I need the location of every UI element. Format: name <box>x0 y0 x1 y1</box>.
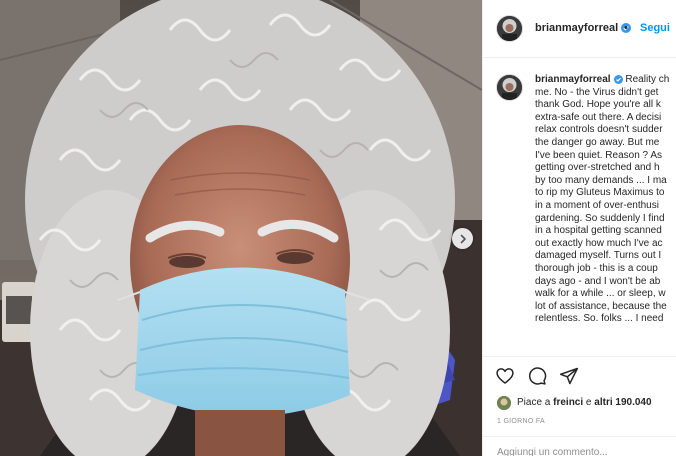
action-bar: Piace a freinci e altri 190.040 1 GIORNO… <box>483 356 676 437</box>
caption-line: relax controls doesn't sudder <box>535 124 663 136</box>
caption-area[interactable]: brianmayforreal Reality ch me. No - the … <box>483 58 676 356</box>
post-photo <box>0 0 482 456</box>
caption-line: by too many demands ... I ma <box>535 174 667 186</box>
caption-text: brianmayforreal Reality ch me. No - the … <box>535 74 676 326</box>
caption-line-text: Reality ch <box>625 74 670 85</box>
likes-prefix: Piace a <box>517 397 554 408</box>
liker-avatar-image <box>497 396 511 410</box>
liker-avatar[interactable] <box>497 396 511 410</box>
paper-plane-icon[interactable] <box>559 366 579 386</box>
follow-button[interactable]: Segui <box>640 22 670 34</box>
caption-line: relentless. So. folks ... I need <box>535 313 664 325</box>
username-link[interactable]: brianmayforreal <box>535 22 632 34</box>
caption-line: getting over-stretched and h <box>535 162 660 174</box>
caption-line: I've been quiet. Reason ? As <box>535 149 662 161</box>
avatar[interactable] <box>496 15 523 42</box>
caption-line: lot of assistance, because the <box>535 300 667 312</box>
caption-line: out exactly how much I've ac <box>535 237 663 249</box>
caption-username[interactable]: brianmayforreal <box>535 74 611 85</box>
next-photo-button[interactable] <box>452 228 473 249</box>
likes-count[interactable]: altri 190.040 <box>594 397 651 408</box>
heart-icon[interactable] <box>495 366 515 386</box>
caption-line: walk for a while ... or sleep, w <box>535 288 666 300</box>
post-details-panel: brianmayforreal • Segui brianmayforreal … <box>482 0 676 456</box>
comment-icon[interactable] <box>527 366 547 386</box>
caption-line: brianmayforreal Reality ch <box>535 74 676 87</box>
verified-badge-icon <box>613 75 623 84</box>
avatar-image <box>497 75 522 100</box>
caption-line: thank God. Hope you're all k <box>535 99 661 111</box>
username-text[interactable]: brianmayforreal <box>535 22 618 34</box>
post-timestamp[interactable]: 1 GIORNO FA <box>497 418 545 425</box>
caption-line: damaged myself. Turns out I <box>535 250 662 262</box>
chevron-right-icon <box>460 234 466 243</box>
caption-line: the danger go away. But me <box>535 136 660 148</box>
comment-box <box>483 436 676 456</box>
caption-line: in a moment of over-enthusi <box>535 199 659 211</box>
caption-line: in a hospital getting scanned <box>535 225 662 237</box>
separator-dot: • <box>624 22 628 34</box>
caption-line: me. No - the Virus didn't get <box>535 86 659 98</box>
avatar[interactable] <box>496 74 523 101</box>
liker-username[interactable]: freinci <box>553 397 583 408</box>
comment-input[interactable] <box>497 447 667 456</box>
caption-line: extra-safe out there. A decisi <box>535 111 662 123</box>
post-header: brianmayforreal • Segui <box>483 0 676 58</box>
likes-text: Piace a freinci e altri 190.040 <box>517 397 652 408</box>
avatar-image <box>497 16 522 41</box>
caption-line: days ago - and I won't be ab <box>535 275 661 287</box>
caption-line: thorough job - this is a coup <box>535 262 658 274</box>
caption-line: gardening. So suddenly I find <box>535 212 665 224</box>
likes-middle: e <box>583 397 595 408</box>
caption-line: to rip my Gluteus Maximus to <box>535 187 665 199</box>
selfie-image <box>0 0 482 456</box>
